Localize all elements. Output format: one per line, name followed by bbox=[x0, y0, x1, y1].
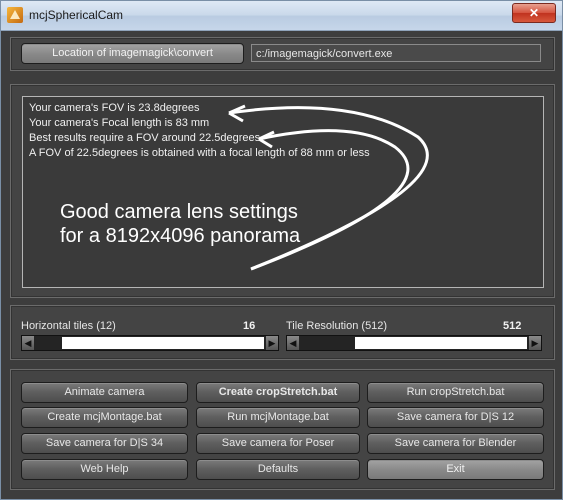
run-montage-button[interactable]: Run mcjMontage.bat bbox=[196, 407, 360, 428]
horizontal-tiles-value: 16 bbox=[243, 320, 256, 332]
save-camera-ds12-button[interactable]: Save camera for D|S 12 bbox=[367, 407, 544, 428]
annotation-arrows bbox=[228, 104, 429, 271]
info-box: Your camera's FOV is 23.8degrees Your ca… bbox=[22, 96, 544, 288]
tile-resolution-value: 512 bbox=[503, 320, 522, 332]
tile-resolution-label: Tile Resolution (512) bbox=[286, 320, 388, 332]
sliders-panel bbox=[10, 305, 555, 360]
slider-left-arrow-icon[interactable]: ◀ bbox=[22, 336, 34, 350]
tile-resolution-slider[interactable]: ◀ ▶ bbox=[286, 335, 542, 351]
save-camera-ds34-button[interactable]: Save camera for D|S 34 bbox=[21, 433, 188, 454]
run-cropstretch-button[interactable]: Run cropStretch.bat bbox=[367, 382, 544, 403]
title-bar[interactable]: mcjSphericalCam ✕ bbox=[1, 1, 562, 31]
animate-camera-button[interactable]: Animate camera bbox=[21, 382, 188, 403]
create-cropstretch-button[interactable]: Create cropStretch.bat bbox=[196, 382, 360, 403]
horizontal-tiles-fill bbox=[62, 337, 264, 349]
defaults-button[interactable]: Defaults bbox=[196, 459, 360, 480]
convert-path-field[interactable]: c:/imagemagick/convert.exe bbox=[251, 44, 541, 62]
slider-right-arrow-icon[interactable]: ▶ bbox=[266, 336, 278, 350]
slider-right-arrow-icon[interactable]: ▶ bbox=[529, 336, 541, 350]
create-montage-button[interactable]: Create mcjMontage.bat bbox=[21, 407, 188, 428]
save-camera-blender-button[interactable]: Save camera for Blender bbox=[367, 433, 544, 454]
annotation-line-1: Good camera lens settings bbox=[60, 201, 298, 223]
slider-left-arrow-icon[interactable]: ◀ bbox=[287, 336, 299, 350]
close-button[interactable]: ✕ bbox=[512, 3, 556, 23]
convert-location-button[interactable]: Location of imagemagick\convert bbox=[21, 43, 244, 64]
app-window: mcjSphericalCam ✕ Location of imagemagic… bbox=[0, 0, 563, 500]
window-title: mcjSphericalCam bbox=[29, 8, 124, 22]
annotation-line-2: for a 8192x4096 panorama bbox=[60, 225, 301, 247]
save-camera-poser-button[interactable]: Save camera for Poser bbox=[196, 433, 360, 454]
web-help-button[interactable]: Web Help bbox=[21, 459, 188, 480]
exit-button[interactable]: Exit bbox=[367, 459, 544, 480]
tile-resolution-fill bbox=[355, 337, 527, 349]
horizontal-tiles-label: Horizontal tiles (12) bbox=[21, 320, 116, 332]
horizontal-tiles-slider[interactable]: ◀ ▶ bbox=[21, 335, 279, 351]
app-logo-icon bbox=[7, 7, 23, 23]
